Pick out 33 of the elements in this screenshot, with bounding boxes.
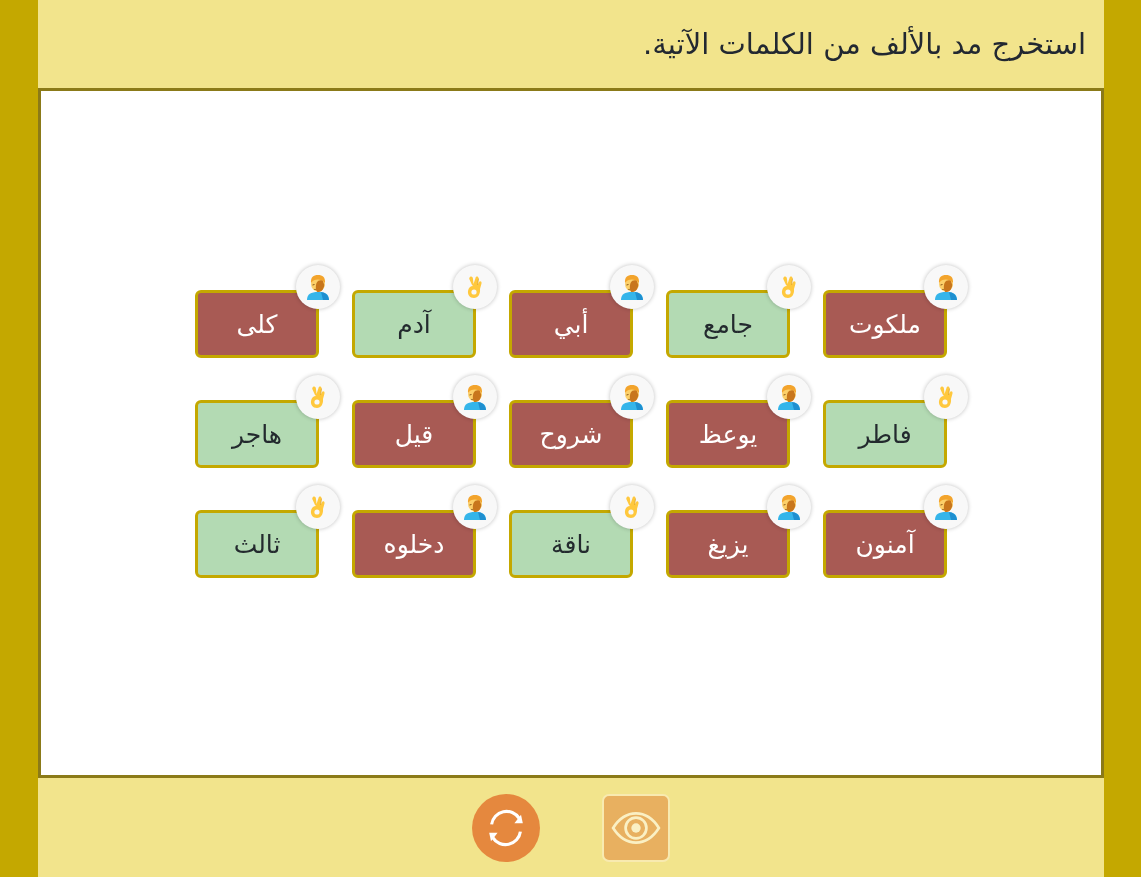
ok-hand-icon (296, 485, 340, 529)
facepalm-icon (767, 485, 811, 529)
ok-hand-icon (296, 375, 340, 419)
facepalm-icon (296, 265, 340, 309)
word-card[interactable]: ملكوت (823, 290, 947, 358)
word-card[interactable]: شروح (509, 400, 633, 468)
word-card[interactable]: يوعظ (666, 400, 790, 468)
word-card[interactable]: كلى (195, 290, 319, 358)
exercise-title: استخرج مد بالألف من الكلمات الآتية. (643, 27, 1086, 61)
ok-hand-icon (924, 375, 968, 419)
word-card[interactable]: يزيغ (666, 510, 790, 578)
word-card[interactable]: قيل (352, 400, 476, 468)
facepalm-icon (453, 375, 497, 419)
word-card[interactable]: أبي (509, 290, 633, 358)
facepalm-icon (610, 265, 654, 309)
facepalm-icon (610, 375, 654, 419)
word-card[interactable]: جامع (666, 290, 790, 358)
word-card[interactable]: ناقة (509, 510, 633, 578)
facepalm-icon (924, 485, 968, 529)
word-card[interactable]: ثالث (195, 510, 319, 578)
facepalm-icon (453, 485, 497, 529)
show-answers-button[interactable] (602, 793, 670, 862)
word-card[interactable]: آمنون (823, 510, 947, 578)
eye-icon (610, 810, 662, 845)
word-card[interactable]: دخلوه (352, 510, 476, 578)
word-card[interactable]: فاطر (823, 400, 947, 468)
word-card[interactable]: هاجر (195, 400, 319, 468)
word-card[interactable]: آدم (352, 290, 476, 358)
facepalm-icon (767, 375, 811, 419)
ok-hand-icon (767, 265, 811, 309)
facepalm-icon (924, 265, 968, 309)
ok-hand-icon (453, 265, 497, 309)
ok-hand-icon (610, 485, 654, 529)
